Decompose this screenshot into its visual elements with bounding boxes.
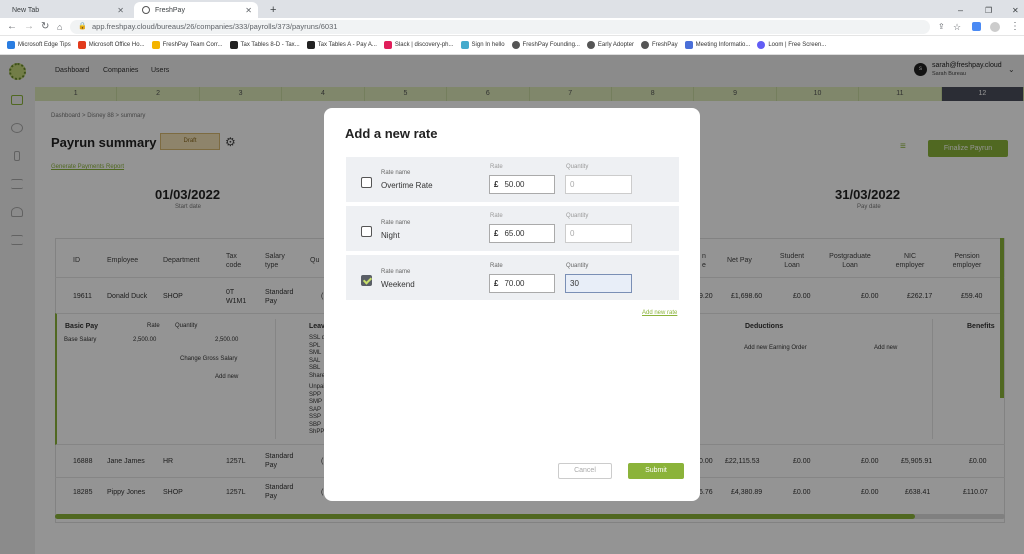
bookmark-item[interactable]: Meeting Informatio... bbox=[684, 41, 751, 49]
bookmark-item[interactable]: Tax Tables 8-D - Tax... bbox=[229, 41, 300, 49]
close-icon[interactable]: ✕ bbox=[245, 6, 252, 15]
share-icon[interactable]: ⇪ bbox=[938, 21, 945, 33]
rate-checkbox[interactable] bbox=[361, 226, 372, 237]
rate-name: Overtime Rate bbox=[381, 181, 433, 190]
bookmark-item[interactable]: Microsoft Edge Tips bbox=[7, 41, 71, 49]
restore-icon[interactable]: ❐ bbox=[977, 2, 1000, 18]
rate-row-overtime: Rate name Overtime Rate Rate £50.00 Quan… bbox=[346, 157, 679, 202]
bookmark-icon bbox=[460, 41, 469, 49]
rate-checkbox[interactable] bbox=[361, 177, 372, 188]
bookmark-label: Loom | Free Screen... bbox=[768, 42, 827, 48]
bookmark-icon bbox=[586, 41, 595, 49]
lock-icon: 🔒 bbox=[78, 23, 87, 30]
bookmark-label: Early Adopter bbox=[597, 42, 634, 48]
bookmark-label: Tax Tables A - Pay A... bbox=[317, 42, 377, 48]
bookmark-icon bbox=[229, 41, 238, 49]
modal-title: Add a new rate bbox=[345, 126, 438, 141]
bookmark-item[interactable]: FreshPay Founding... bbox=[511, 41, 580, 49]
rate-input[interactable]: £65.00 bbox=[489, 224, 555, 243]
url-text: app.freshpay.cloud/bureaus/26/companies/… bbox=[92, 22, 338, 31]
rate-input[interactable]: £50.00 bbox=[489, 175, 555, 194]
bookmark-icon bbox=[640, 41, 649, 49]
quantity-label: Quantity bbox=[566, 164, 589, 170]
bookmark-icon bbox=[7, 41, 15, 49]
pound-sign: £ bbox=[494, 279, 499, 288]
rate-row-weekend: Rate name Weekend Rate £70.00 Quantity 3… bbox=[346, 255, 679, 300]
bookmark-icon bbox=[306, 41, 315, 49]
add-rate-modal: Add a new rate Rate name Overtime Rate R… bbox=[324, 108, 700, 501]
close-icon[interactable]: ✕ bbox=[117, 6, 124, 15]
freshpay-favicon-icon bbox=[142, 6, 150, 14]
quantity-input[interactable]: 0 bbox=[565, 224, 632, 243]
bookmark-label: Microsoft Edge Tips bbox=[18, 42, 71, 48]
bookmark-label: FreshPay Team Corr... bbox=[162, 42, 223, 48]
rate-name-label: Rate name bbox=[381, 269, 411, 275]
rate-input[interactable]: £70.00 bbox=[489, 274, 555, 293]
bookmark-label: FreshPay Founding... bbox=[522, 42, 580, 48]
bookmarks-bar: Microsoft Edge Tips Microsoft Office Ho.… bbox=[0, 36, 1024, 55]
rate-name-label: Rate name bbox=[381, 220, 411, 226]
rate-value: 65.00 bbox=[504, 229, 525, 238]
rate-label: Rate bbox=[490, 263, 503, 269]
bookmark-label: Slack | discovery-ph... bbox=[394, 42, 454, 48]
new-tab-button[interactable]: + bbox=[262, 2, 278, 18]
forward-icon[interactable]: → bbox=[24, 21, 34, 33]
rate-value: 70.00 bbox=[504, 279, 525, 288]
bookmark-label: FreshPay bbox=[651, 42, 678, 48]
bookmark-icon bbox=[77, 41, 86, 49]
profile-avatar[interactable] bbox=[990, 22, 1000, 32]
tab-title: FreshPay bbox=[155, 6, 185, 14]
pound-sign: £ bbox=[494, 180, 499, 189]
url-input[interactable]: 🔒 app.freshpay.cloud/bureaus/26/companie… bbox=[70, 20, 930, 34]
rate-label: Rate bbox=[490, 164, 503, 170]
extension-icon[interactable] bbox=[972, 22, 981, 31]
tab-title: New Tab bbox=[12, 6, 40, 14]
star-icon[interactable]: ☆ bbox=[953, 21, 961, 33]
bookmark-icon bbox=[383, 41, 392, 49]
minimize-icon[interactable]: – bbox=[950, 2, 971, 18]
quantity-label: Quantity bbox=[566, 213, 589, 219]
bookmark-icon bbox=[684, 41, 693, 49]
cancel-button[interactable]: Cancel bbox=[558, 463, 612, 479]
bookmark-label: Microsoft Office Ho... bbox=[88, 42, 145, 48]
bookmark-icon bbox=[511, 41, 520, 49]
quantity-input[interactable]: 0 bbox=[565, 175, 632, 194]
bookmark-item[interactable]: Loom | Free Screen... bbox=[757, 41, 826, 49]
bookmark-icon bbox=[151, 41, 160, 49]
bookmark-item[interactable]: Microsoft Office Ho... bbox=[77, 41, 145, 49]
rate-name-label: Rate name bbox=[381, 170, 411, 176]
address-bar-row: ← → ↻ ⌂ 🔒 app.freshpay.cloud/bureaus/26/… bbox=[0, 18, 1024, 36]
bookmark-item[interactable]: Slack | discovery-ph... bbox=[383, 41, 454, 49]
add-new-rate-link[interactable]: Add new rate bbox=[642, 310, 677, 316]
bookmark-item[interactable]: FreshPay bbox=[640, 41, 678, 49]
browser-tab-strip: New Tab ✕ FreshPay ✕ + – ❐ ✕ bbox=[0, 0, 1024, 18]
submit-button[interactable]: Submit bbox=[628, 463, 684, 479]
pound-sign: £ bbox=[494, 229, 499, 238]
home-icon[interactable]: ⌂ bbox=[57, 21, 62, 33]
window-close-icon[interactable]: ✕ bbox=[1004, 2, 1024, 18]
browser-tab-new[interactable]: New Tab ✕ bbox=[4, 2, 130, 18]
quantity-label: Quantity bbox=[566, 263, 589, 269]
bookmark-label: Meeting Informatio... bbox=[695, 42, 751, 48]
browser-tab-freshpay[interactable]: FreshPay ✕ bbox=[134, 2, 258, 18]
bookmark-item[interactable]: Early Adopter bbox=[586, 41, 634, 49]
rate-label: Rate bbox=[490, 213, 503, 219]
bookmark-label: Sign In hello bbox=[471, 42, 505, 48]
bookmark-item[interactable]: Tax Tables A - Pay A... bbox=[306, 41, 377, 49]
bookmark-icon bbox=[757, 41, 766, 49]
quantity-input[interactable]: 30 bbox=[565, 274, 632, 293]
rate-checkbox-checked[interactable] bbox=[361, 275, 372, 286]
back-icon[interactable]: ← bbox=[7, 21, 17, 33]
rate-name: Weekend bbox=[381, 280, 415, 289]
rate-name: Night bbox=[381, 231, 400, 240]
rate-value: 50.00 bbox=[504, 180, 525, 189]
bookmark-item[interactable]: FreshPay Team Corr... bbox=[151, 41, 223, 49]
bookmark-label: Tax Tables 8-D - Tax... bbox=[240, 42, 300, 48]
rate-row-night: Rate name Night Rate £65.00 Quantity 0 bbox=[346, 206, 679, 251]
reload-icon[interactable]: ↻ bbox=[41, 21, 49, 33]
bookmark-item[interactable]: Sign In hello bbox=[460, 41, 505, 49]
menu-icon[interactable]: ⋮ bbox=[1010, 21, 1020, 33]
